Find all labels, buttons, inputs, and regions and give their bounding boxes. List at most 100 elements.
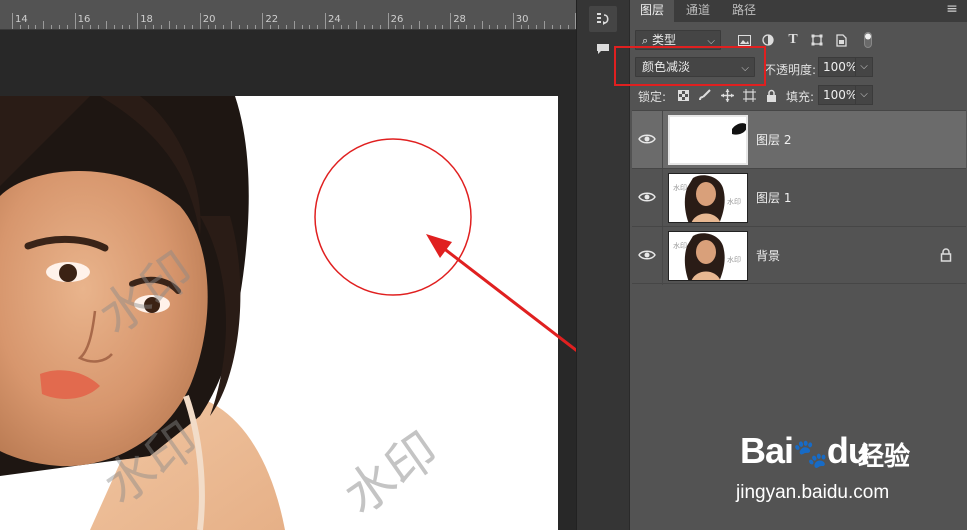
ruler-tick [207, 25, 209, 29]
shape-filter-icon[interactable] [808, 31, 826, 49]
lock-artboard-icon[interactable] [740, 86, 758, 104]
ruler-tick [481, 21, 483, 29]
ruler-tick [551, 25, 553, 29]
ruler-tick [184, 25, 186, 29]
ruler-tick [489, 25, 491, 29]
ruler-tick [371, 25, 373, 29]
layer-name[interactable]: 背景 [756, 247, 780, 264]
ruler-tick [536, 25, 538, 29]
ruler-tick [238, 25, 240, 29]
ruler-tick [317, 25, 319, 29]
ruler-tick [129, 25, 131, 29]
ruler-tick [113, 25, 115, 29]
ruler-tick [426, 25, 428, 29]
annotation-circle [314, 138, 472, 296]
horizontal-ruler[interactable]: 14161820222426283032 [0, 0, 576, 30]
ruler-tick [43, 21, 45, 29]
tab-layers[interactable]: 图层 [630, 0, 675, 22]
fill-input[interactable]: 100% ⌵ [818, 85, 873, 105]
history-icon[interactable] [589, 6, 617, 32]
adjustment-filter-icon[interactable] [759, 31, 777, 49]
type-filter-icon[interactable]: T [784, 31, 802, 49]
layer-row-background[interactable]: 水印 水印 背景 [632, 226, 966, 285]
ruler-tick [473, 25, 475, 29]
ruler-label: 24 [328, 14, 341, 25]
ruler-tick [364, 25, 366, 29]
ruler-tick [223, 25, 225, 29]
ruler-label: 26 [390, 14, 404, 25]
visibility-eye-icon[interactable] [638, 131, 656, 147]
ruler-tick [504, 25, 506, 29]
svg-text:水印: 水印 [727, 255, 741, 264]
ruler-tick [27, 25, 29, 29]
ruler-tick [458, 25, 460, 29]
ruler-tick [559, 25, 561, 29]
layer-row-2[interactable]: 图层 2 [632, 110, 966, 169]
layer-filter-select[interactable]: ⌕ 类型 ⌵ [635, 30, 721, 50]
ruler-tick [121, 25, 123, 29]
blend-mode-value: 颜色减淡 [642, 60, 691, 74]
ruler-tick [418, 21, 420, 29]
ruler-tick [520, 25, 522, 29]
ruler-tick [51, 25, 53, 29]
filter-toggle-icon[interactable] [859, 31, 877, 49]
ruler-tick [199, 13, 201, 29]
ruler-tick [215, 25, 217, 29]
ruler-label: 18 [140, 14, 153, 25]
ruler-label: 22 [265, 14, 279, 25]
lock-icon[interactable] [940, 248, 952, 262]
ruler-tick [262, 13, 264, 29]
chevron-down-icon: ⌵ [741, 63, 749, 74]
ruler-tick [58, 25, 60, 29]
ruler-tick [293, 21, 295, 29]
ruler-tick [442, 25, 444, 29]
ruler-tick [395, 25, 397, 29]
layer-row-1[interactable]: 水印 水印 图层 1 [632, 168, 966, 227]
ruler-tick [497, 25, 499, 29]
ruler-tick [285, 25, 287, 29]
lock-transparent-pixels-icon[interactable] [674, 86, 692, 104]
canvas-area[interactable]: 水印 水印 水印 [0, 31, 576, 530]
ruler-tick [450, 13, 452, 29]
ruler-tick [105, 21, 107, 29]
layer-thumbnail: 水印 水印 [668, 231, 748, 281]
watermark-text-3: 水印 [334, 421, 449, 526]
lock-image-pixels-icon[interactable] [696, 86, 714, 104]
tab-channels[interactable]: 通道 [676, 0, 720, 22]
tab-paths[interactable]: 路径 [722, 0, 766, 22]
opacity-label: 不透明度: [764, 63, 817, 77]
jingyan-url: jingyan.baidu.com [736, 482, 890, 503]
layer-name[interactable]: 图层 2 [756, 131, 791, 148]
document-canvas[interactable]: 水印 水印 水印 [0, 96, 558, 530]
ruler-tick [387, 13, 389, 29]
ruler-tick [403, 25, 405, 29]
fill-label: 填充: [786, 90, 815, 104]
visibility-eye-icon[interactable] [638, 189, 656, 205]
ruler-tick [137, 13, 139, 29]
ruler-tick [35, 25, 37, 29]
layer-name[interactable]: 图层 1 [756, 189, 791, 206]
lock-position-icon[interactable] [718, 86, 736, 104]
panel-dock-column [576, 0, 629, 530]
ruler-tick [66, 25, 68, 29]
panel-menu-icon[interactable]: ≡ [944, 2, 960, 17]
paw-icon: 🐾 [793, 438, 828, 469]
layer-thumbnail [668, 115, 748, 165]
ruler-tick [512, 13, 514, 29]
visibility-eye-icon[interactable] [638, 247, 656, 263]
ruler-tick [411, 25, 413, 29]
portrait-photo: 水印 水印 水印 [0, 96, 472, 530]
ruler-tick [246, 25, 248, 29]
pixel-filter-icon[interactable] [735, 31, 753, 49]
ruler-tick [90, 25, 92, 29]
ruler-tick [332, 25, 334, 29]
layer-thumbnail: 水印 水印 [668, 173, 748, 223]
blend-mode-select[interactable]: 颜色减淡 ⌵ [635, 57, 755, 77]
lock-all-icon[interactable] [762, 86, 780, 104]
opacity-dropdown-icon[interactable]: ⌵ [855, 57, 873, 77]
fill-dropdown-icon[interactable]: ⌵ [855, 85, 873, 105]
opacity-input[interactable]: 100% ⌵ [818, 57, 873, 77]
smart-object-filter-icon[interactable] [832, 31, 850, 49]
comment-icon[interactable] [589, 36, 617, 62]
ruler-tick [309, 25, 311, 29]
